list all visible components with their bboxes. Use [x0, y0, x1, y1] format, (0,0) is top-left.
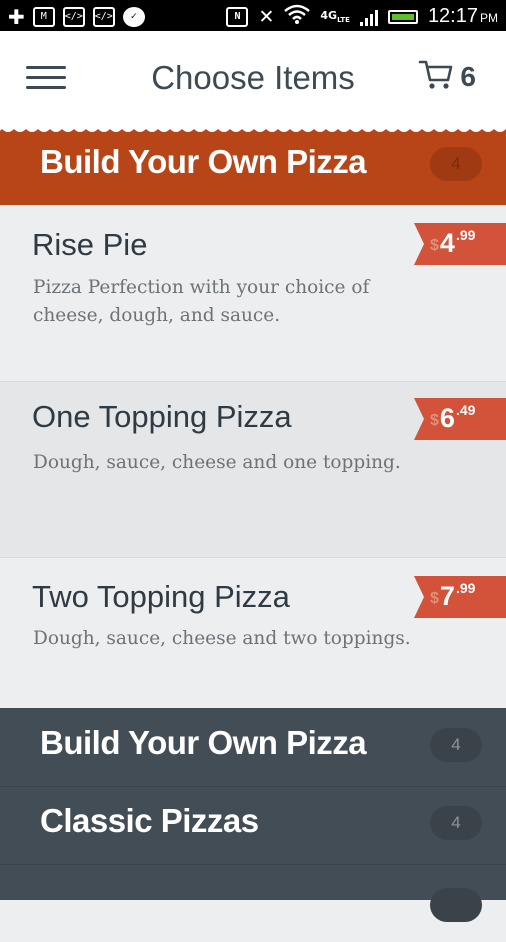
status-bar: ✚ M </> </> ✓ N ✕ 4GLTE 12:17 PM — [0, 0, 506, 31]
price-dollars: 7 — [439, 581, 455, 611]
price-dollars: 4 — [439, 228, 455, 258]
category-name: Classic Pizzas — [40, 802, 259, 839]
battery-icon — [387, 9, 418, 24]
price-currency: $ — [430, 237, 439, 254]
price-cents: .49 — [455, 402, 476, 418]
category-count-badge — [430, 888, 482, 922]
clock-ampm: PM — [480, 11, 498, 25]
gmail-icon: M — [32, 7, 55, 27]
category-next-partial[interactable] — [0, 864, 506, 942]
category-list: Build Your Own Pizza 4 Classic Pizzas 4 — [0, 708, 506, 922]
price-tag: $4.99 — [414, 223, 506, 265]
check-icon: ✓ — [122, 7, 145, 27]
menu-item-one-topping-pizza[interactable]: One Topping Pizza Dough, sauce, cheese a… — [0, 382, 506, 558]
item-name: Rise Pie — [32, 227, 148, 262]
item-description: Dough, sauce, cheese and two toppings. — [33, 628, 411, 649]
nfc-icon: N — [226, 6, 249, 27]
code-icon-2: </> — [92, 7, 115, 27]
item-name: One Topping Pizza — [32, 399, 292, 434]
section-header[interactable]: Build Your Own Pizza 4 — [0, 126, 506, 205]
price-currency: $ — [430, 590, 439, 607]
price-currency: $ — [430, 412, 439, 429]
mute-icon: ✕ — [258, 5, 275, 28]
network-indicator: 4GLTE — [320, 9, 350, 24]
item-description: Pizza Perfection with your choice of che… — [33, 277, 370, 326]
network-type: 4G — [320, 8, 338, 22]
price-cents: .99 — [455, 580, 476, 596]
wifi-icon — [284, 4, 311, 29]
menu-item-rise-pie[interactable]: Rise Pie Pizza Perfection with your choi… — [0, 205, 506, 382]
category-name: Build Your Own Pizza — [40, 724, 367, 761]
code-icon: </> — [62, 7, 85, 27]
system-icons: N ✕ 4GLTE 12:17 PM — [226, 4, 498, 29]
section-title: Build Your Own Pizza — [40, 143, 367, 180]
add-notification-icon: ✚ — [8, 5, 25, 29]
category-count-badge: 4 — [430, 806, 482, 840]
network-subtype: LTE — [337, 16, 350, 25]
price-cents: .99 — [455, 227, 476, 243]
price-tag: $7.99 — [414, 576, 506, 618]
category-count-badge: 4 — [430, 728, 482, 762]
notification-icons: ✚ M </> </> ✓ — [8, 5, 145, 29]
price-dollars: 6 — [439, 403, 455, 433]
app-header: Choose Items 6 — [0, 31, 506, 127]
menu-item-two-topping-pizza[interactable]: Two Topping Pizza Dough, sauce, cheese a… — [0, 558, 506, 708]
signal-icon — [359, 8, 378, 26]
scallop-edge — [0, 126, 506, 132]
category-build-your-own-pizza[interactable]: Build Your Own Pizza 4 — [0, 708, 506, 787]
clock: 12:17 PM — [428, 5, 498, 28]
price-tag: $6.49 — [414, 398, 506, 440]
category-classic-pizzas[interactable]: Classic Pizzas 4 — [0, 786, 506, 865]
item-name: Two Topping Pizza — [32, 579, 290, 614]
cart-button[interactable]: 6 — [418, 59, 476, 95]
section-count-badge: 4 — [430, 147, 482, 181]
cart-icon — [418, 59, 454, 95]
item-description: Dough, sauce, cheese and one topping. — [33, 452, 401, 473]
cart-count: 6 — [460, 61, 476, 92]
clock-time: 12:17 — [427, 5, 478, 27]
